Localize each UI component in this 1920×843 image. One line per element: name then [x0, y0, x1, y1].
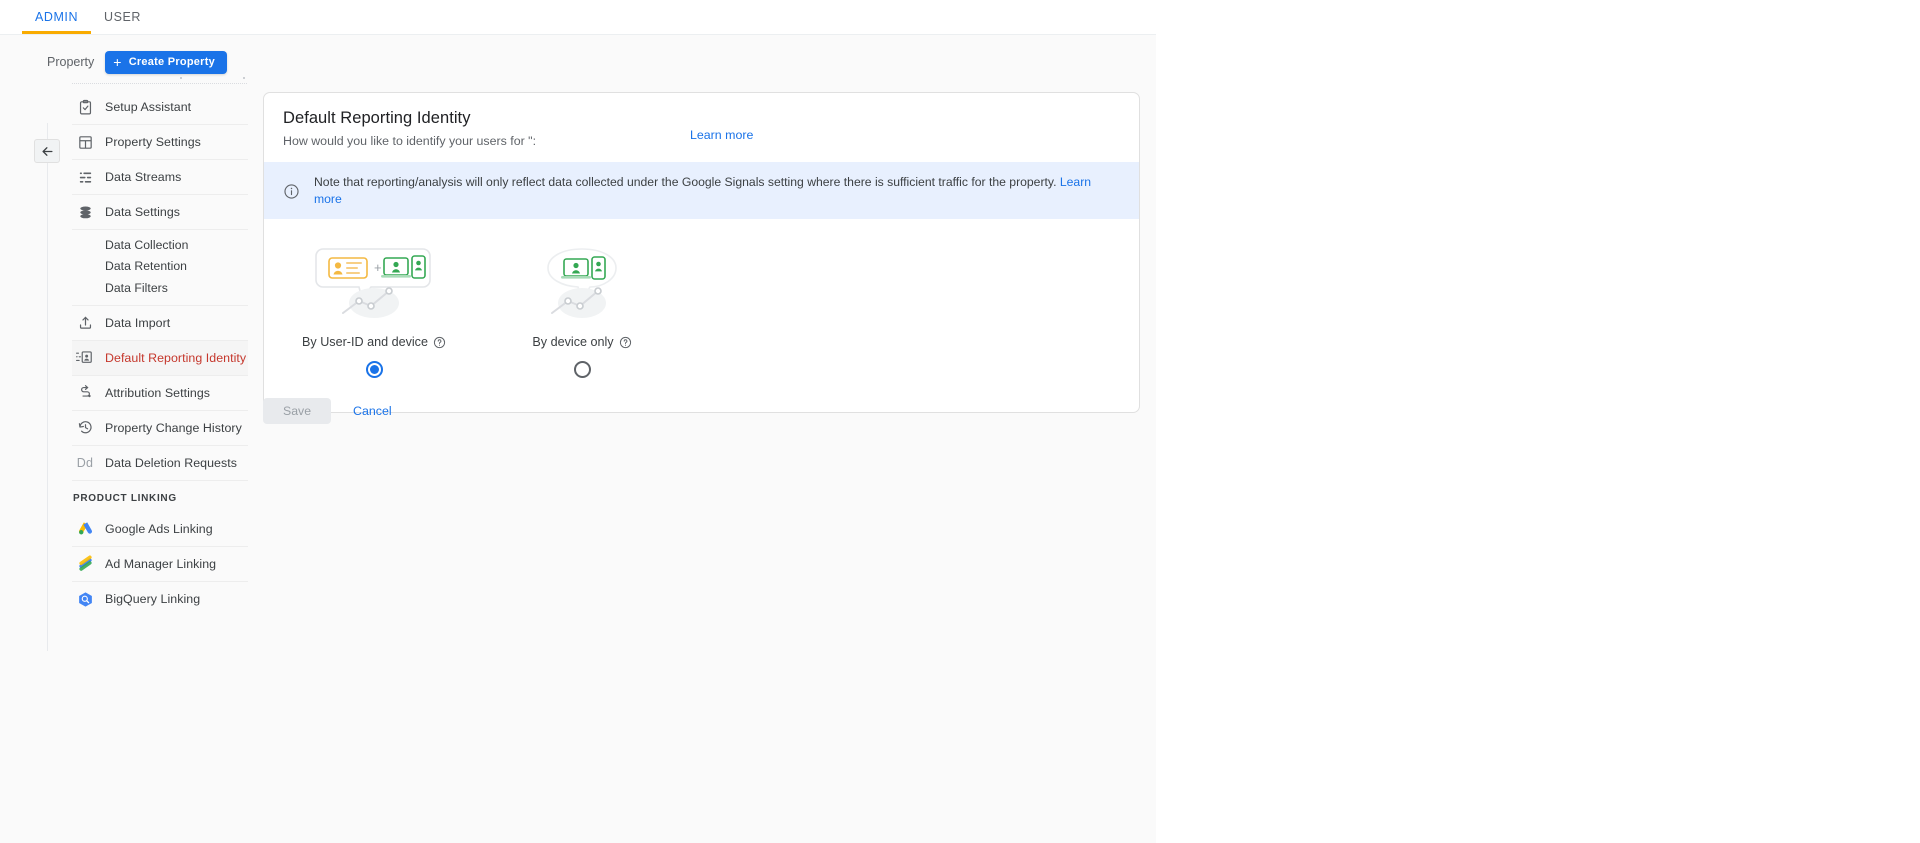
user-id-and-device-illustration: +	[313, 245, 435, 321]
history-icon	[73, 418, 97, 438]
sidebar-item-label: Data Import	[105, 315, 171, 330]
create-property-label: Create Property	[128, 56, 215, 68]
ad-manager-icon	[73, 554, 97, 574]
google-ads-icon	[73, 519, 97, 539]
page-right-filler	[1156, 0, 1920, 843]
divider-dot-a	[180, 77, 182, 79]
sidebar-rail	[47, 123, 48, 651]
learn-more-link[interactable]: Learn more	[690, 128, 753, 142]
radio-user-id-and-device[interactable]	[365, 361, 383, 379]
layout-icon	[73, 132, 97, 152]
page-body: Property + Create Property Setup Assista…	[0, 34, 1156, 843]
page-title: Default Reporting Identity	[283, 109, 471, 127]
sidebar-item-data-retention[interactable]: Data Retention	[72, 256, 248, 278]
attribution-icon	[73, 383, 97, 403]
dd-icon: Dd	[76, 455, 94, 470]
sidebar-subitem-label: Data Filters	[105, 280, 168, 295]
option-device-only[interactable]: By device only	[492, 245, 672, 379]
help-icon[interactable]	[433, 336, 446, 349]
sidebar-item-label: Ad Manager Linking	[105, 556, 217, 571]
form-actions: Save Cancel	[263, 398, 392, 424]
plus-icon: +	[113, 54, 122, 70]
sidebar-item-data-import[interactable]: Data Import	[72, 306, 248, 341]
product-linking-heading: PRODUCT LINKING	[73, 492, 177, 504]
option-label: By User-ID and device	[302, 335, 446, 349]
card-header: Default Reporting Identity How would you…	[264, 93, 1139, 162]
info-banner-message: Note that reporting/analysis will only r…	[314, 175, 1057, 189]
back-button[interactable]	[34, 139, 60, 163]
upload-icon	[73, 313, 97, 333]
sidebar-item-label: Setup Assistant	[105, 100, 192, 114]
sidebar-item-data-filters[interactable]: Data Filters	[72, 277, 248, 299]
data-streams-icon	[73, 167, 97, 187]
sidebar-item-label: Data Deletion Requests	[105, 455, 237, 470]
sidebar-subitems: Data Collection Data Retention Data Filt…	[72, 230, 248, 306]
radio-device-only[interactable]	[573, 361, 591, 379]
tab-admin[interactable]: ADMIN	[22, 0, 92, 34]
default-reporting-identity-card: Default Reporting Identity How would you…	[263, 92, 1140, 414]
svg-text:+: +	[374, 260, 382, 275]
sidebar-item-property-settings[interactable]: Property Settings	[72, 125, 248, 160]
sidebar-item-data-streams[interactable]: Data Streams	[72, 160, 248, 195]
sidebar-item-data-settings[interactable]: Data Settings	[72, 195, 248, 230]
sidebar-item-default-reporting-identity[interactable]: Default Reporting Identity	[72, 340, 248, 376]
sidebar-item-label: Property Change History	[105, 420, 242, 435]
property-label: Property	[47, 55, 95, 69]
sidebar-item-label: Data Settings	[105, 205, 181, 219]
reporting-identity-icon	[73, 348, 97, 368]
sidebar-item-label: BigQuery Linking	[105, 592, 201, 606]
top-tabbar: ADMIN USER	[0, 0, 1156, 34]
sidebar-item-label: Attribution Settings	[105, 385, 211, 400]
bigquery-icon	[73, 589, 97, 609]
info-icon	[283, 183, 300, 200]
sidebar-item-ad-manager-linking[interactable]: Ad Manager Linking	[72, 547, 248, 582]
tab-user[interactable]: USER	[91, 0, 154, 34]
sidebar-item-google-ads-linking[interactable]: Google Ads Linking	[72, 512, 248, 547]
sidebar-nav: Setup Assistant Property Settings Data S…	[72, 90, 248, 617]
sidebar-subitem-label: Data Retention	[105, 259, 188, 274]
device-only-illustration	[530, 245, 634, 321]
sidebar-item-label: Property Settings	[105, 135, 201, 149]
database-icon	[73, 202, 97, 222]
sidebar-item-label: Default Reporting Identity	[105, 350, 247, 365]
clipboard-check-icon	[73, 97, 97, 117]
sidebar-item-setup-assistant[interactable]: Setup Assistant	[72, 90, 248, 125]
help-icon[interactable]	[619, 336, 632, 349]
save-button[interactable]: Save	[263, 398, 332, 424]
option-label-text: By device only	[532, 335, 614, 350]
option-user-id-and-device[interactable]: + By User-ID and device	[284, 245, 464, 379]
create-property-button[interactable]: + Create Property	[105, 50, 227, 74]
sidebar-subitem-label: Data Collection	[105, 237, 189, 252]
sidebar-item-label: Google Ads Linking	[105, 521, 213, 536]
arrow-left-icon	[42, 146, 52, 156]
option-label-text: By User-ID and device	[302, 335, 428, 350]
sidebar-item-attribution-settings[interactable]: Attribution Settings	[72, 376, 248, 411]
info-banner-text: Note that reporting/analysis will only r…	[314, 174, 1120, 208]
divider-dot-b	[243, 77, 245, 79]
property-bar: Property + Create Property	[47, 47, 247, 77]
sidebar-item-label: Data Streams	[105, 170, 182, 184]
identity-options: + By User-ID and device By device only	[264, 219, 1139, 412]
sidebar-item-data-deletion-requests[interactable]: Dd Data Deletion Requests	[72, 446, 248, 481]
property-divider	[72, 83, 247, 84]
option-label: By device only	[532, 335, 631, 349]
cancel-button[interactable]: Cancel	[353, 404, 392, 418]
admin-page: ADMIN USER Property + Create Property Se…	[0, 0, 1920, 843]
info-banner: Note that reporting/analysis will only r…	[264, 162, 1139, 220]
sidebar-item-data-collection[interactable]: Data Collection	[72, 234, 248, 256]
sidebar-item-bigquery-linking[interactable]: BigQuery Linking	[72, 582, 248, 617]
sidebar-item-property-change-history[interactable]: Property Change History	[72, 411, 248, 446]
